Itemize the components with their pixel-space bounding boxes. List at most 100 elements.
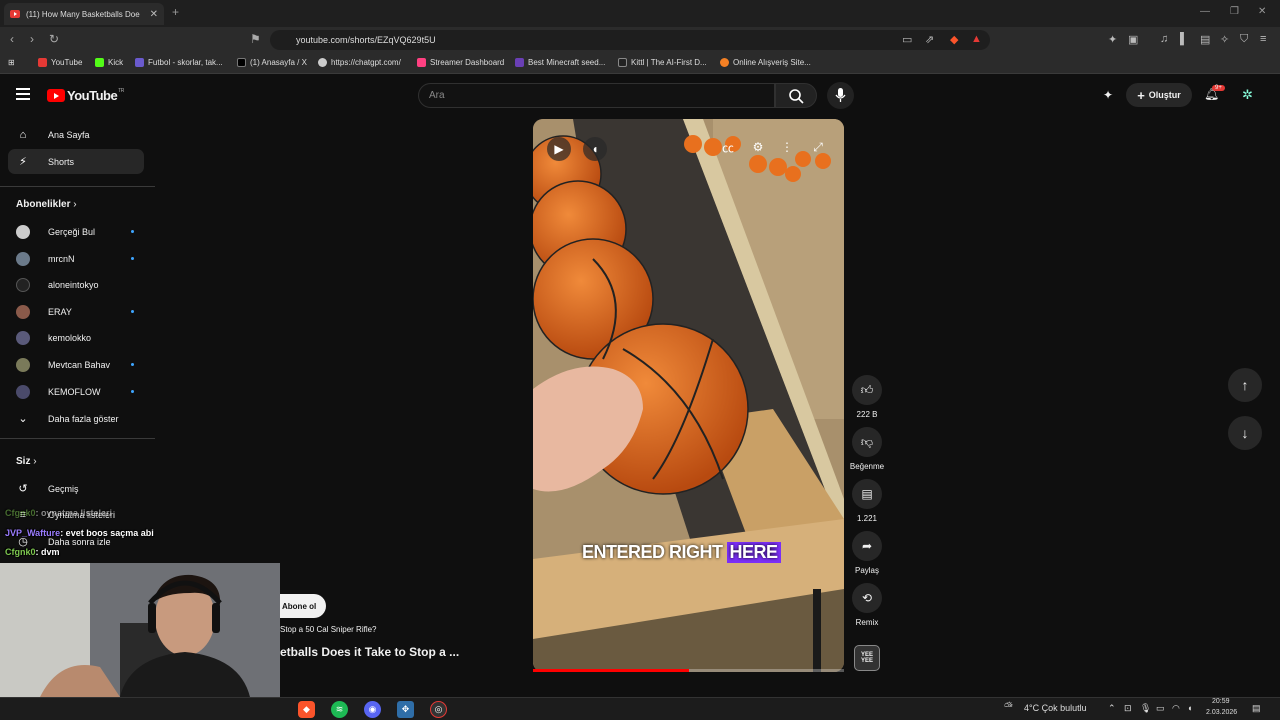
- you-heading[interactable]: Siz ›: [16, 456, 37, 467]
- sidebar-item-subscription[interactable]: Gerçeği Bul: [8, 219, 144, 244]
- leo-ai-icon[interactable]: ✧: [1220, 33, 1229, 46]
- sidebar-item-subscription[interactable]: KEMOFLOW: [8, 379, 144, 404]
- bookmark-chatgpt[interactable]: https://chatgpt.com/: [318, 58, 401, 67]
- next-short-button[interactable]: ↓: [1228, 416, 1262, 450]
- previous-short-button[interactable]: ↑: [1228, 368, 1262, 402]
- bookmark-shopping[interactable]: Online Alışveriş Site...: [720, 58, 811, 67]
- share-page-icon[interactable]: ⇗: [925, 33, 934, 46]
- forward-icon[interactable]: ›: [30, 32, 34, 46]
- display-icon[interactable]: ▭: [1156, 703, 1165, 714]
- menu-icon[interactable]: ≡: [1260, 33, 1266, 45]
- spotify-taskbar-icon[interactable]: ≋: [331, 701, 348, 718]
- close-tab-icon[interactable]: ✕: [150, 9, 158, 20]
- comments-button[interactable]: ▤: [852, 479, 882, 509]
- sidebar-item-home[interactable]: ⌂ Ana Sayfa: [8, 122, 144, 147]
- minimize-icon[interactable]: —: [1200, 6, 1210, 17]
- speaker-icon[interactable]: ◖: [1187, 703, 1192, 713]
- mic-tray-icon[interactable]: 🎙︎: [1140, 703, 1151, 714]
- hamburger-menu-icon[interactable]: [16, 88, 30, 100]
- divider: [0, 438, 155, 439]
- notification-center-icon[interactable]: ▤: [1252, 703, 1261, 714]
- sidebar-item-shorts[interactable]: ⚡︎ Shorts: [8, 149, 144, 174]
- video-progress-bar[interactable]: [533, 669, 844, 672]
- channel-avatar: [16, 251, 30, 266]
- bookmarks-bar: ⊞ YouTube Kick Futbol - skorlar, tak... …: [0, 53, 1280, 74]
- new-content-dot: [131, 363, 134, 366]
- sidebar-item-subscription[interactable]: ERAY: [8, 299, 144, 324]
- bookmark-x[interactable]: (1) Anasayfa / X: [237, 58, 307, 67]
- channel-avatar: [16, 357, 30, 372]
- remix-button[interactable]: ⟲: [852, 583, 882, 613]
- sidebar-toggle-icon[interactable]: ▌: [1180, 33, 1188, 45]
- browser-tab[interactable]: (11) How Many Basketballs Doe ✕: [4, 3, 164, 25]
- weather-text[interactable]: 4°C Çok bulutlu: [1024, 703, 1087, 713]
- clock-date[interactable]: 2.03.2026: [1206, 709, 1237, 716]
- youtube-logo[interactable]: YouTube TR: [47, 88, 124, 103]
- sidebar-item-subscription[interactable]: mrcnN: [8, 246, 144, 271]
- like-button[interactable]: 👍︎: [852, 375, 882, 405]
- fullscreen-icon[interactable]: ⤢: [808, 137, 828, 157]
- vpn-icon[interactable]: ⛉: [1240, 33, 1248, 46]
- clock-time[interactable]: 20:59: [1212, 698, 1230, 705]
- subscriptions-heading[interactable]: Abonelikler ›: [16, 199, 77, 210]
- obs-taskbar-icon[interactable]: ◎: [430, 701, 447, 718]
- cast-icon[interactable]: ▭: [902, 33, 912, 46]
- voice-search-button[interactable]: [827, 82, 854, 109]
- subscribe-button[interactable]: Abone ol: [280, 594, 327, 618]
- extensions-icon[interactable]: ✦: [1108, 33, 1117, 46]
- bookmark-streamer-dashboard[interactable]: Streamer Dashboard: [417, 58, 504, 67]
- show-more-button[interactable]: ⌄ Daha fazla göster: [8, 406, 144, 431]
- share-button[interactable]: ➦: [852, 531, 882, 561]
- captions-icon[interactable]: ㏄: [718, 137, 738, 157]
- create-button[interactable]: + Oluştur: [1126, 83, 1192, 107]
- sidebar-item-subscription[interactable]: kemolokko: [8, 325, 144, 350]
- video-progress-fill: [533, 669, 689, 672]
- channel-badge[interactable]: YEE YEE: [854, 645, 880, 671]
- sidebar-item-history[interactable]: ↺ Geçmiş: [8, 476, 144, 501]
- notification-count-badge: 9+: [1212, 85, 1225, 91]
- youtube-favicon-icon: [10, 10, 20, 18]
- arrow-down-icon: ↓: [1241, 425, 1249, 441]
- bookmark-futbol[interactable]: Futbol - skorlar, tak...: [135, 58, 223, 67]
- close-window-icon[interactable]: ✕: [1258, 6, 1266, 17]
- bookmark-minecraft[interactable]: Best Minecraft seed...: [515, 58, 605, 67]
- studio-icon[interactable]: ✦: [1103, 88, 1113, 102]
- dislike-button[interactable]: 👎︎: [852, 427, 882, 457]
- video-subtitle: Stop a 50 Cal Sniper Rifle?: [280, 625, 377, 634]
- back-icon[interactable]: ‹: [10, 32, 14, 46]
- sidebar-item-subscription[interactable]: aloneintokyo: [8, 272, 144, 297]
- brave-taskbar-icon[interactable]: ◆: [298, 701, 315, 718]
- new-tab-icon[interactable]: +: [172, 5, 179, 19]
- reload-icon[interactable]: ↻: [49, 32, 59, 46]
- bookmark-kittl[interactable]: Kittl | The AI-First D...: [618, 58, 707, 67]
- volume-button[interactable]: ◖: [583, 137, 607, 161]
- settings-gear-icon[interactable]: ⚙: [748, 137, 768, 157]
- search-input[interactable]: Ara: [418, 83, 775, 108]
- music-icon[interactable]: ♫: [1160, 33, 1168, 45]
- webcam-overlay: [0, 563, 280, 697]
- shorts-video-player[interactable]: [533, 119, 844, 672]
- plus-icon: +: [1137, 87, 1145, 103]
- app-taskbar-icon[interactable]: ✥: [397, 701, 414, 718]
- restore-icon[interactable]: ❐: [1230, 6, 1239, 17]
- screenshot-icon[interactable]: ▣: [1128, 33, 1138, 46]
- network-icon[interactable]: ⊡: [1124, 703, 1132, 714]
- discord-taskbar-icon[interactable]: ◉: [364, 701, 381, 718]
- brave-shield-icon[interactable]: ◆: [950, 33, 958, 46]
- url-field[interactable]: youtube.com/shorts/EZqVQ629t5U: [270, 30, 990, 50]
- play-button[interactable]: ▶: [547, 137, 571, 161]
- wifi-icon[interactable]: ◠: [1172, 703, 1180, 714]
- wallet-icon[interactable]: ▤: [1200, 33, 1210, 46]
- more-options-icon[interactable]: ⋮: [777, 137, 797, 157]
- sidebar-item-subscription[interactable]: Mevtcan Bahav: [8, 352, 144, 377]
- avatar[interactable]: ✲: [1242, 87, 1253, 103]
- tray-chevron-icon[interactable]: ⌃: [1108, 703, 1116, 714]
- bookmark-icon[interactable]: ⚑: [250, 32, 261, 46]
- brave-rewards-icon[interactable]: ▲: [971, 33, 982, 45]
- apps-icon[interactable]: ⊞: [8, 58, 15, 67]
- bookmark-youtube[interactable]: YouTube: [38, 58, 82, 67]
- video-frame: [533, 119, 844, 672]
- bookmark-kick[interactable]: Kick: [95, 58, 123, 67]
- search-button[interactable]: [775, 83, 817, 108]
- video-title[interactable]: etballs Does it Take to Stop a ...: [280, 645, 459, 659]
